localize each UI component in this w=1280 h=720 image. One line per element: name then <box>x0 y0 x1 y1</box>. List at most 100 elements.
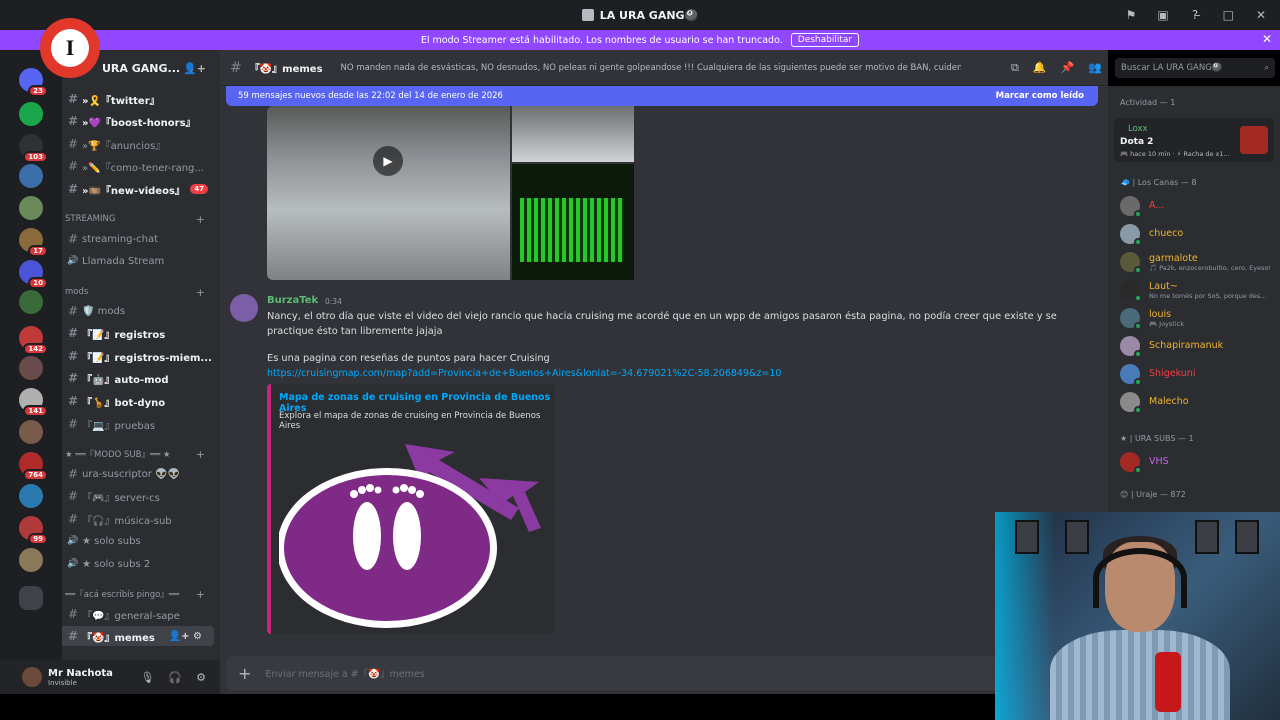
channel-item[interactable]: ▸#『📝』registros <box>62 323 220 343</box>
hash-icon: # <box>67 394 79 408</box>
gear-icon[interactable]: ⚙ <box>196 671 206 684</box>
member-item[interactable]: garmalote 🎵 Pa2k, enzocerobullto, cero, E… <box>1120 250 1280 274</box>
close-window-icon[interactable]: ✕ <box>1256 8 1266 22</box>
maximize-icon[interactable]: □ <box>1223 8 1234 22</box>
server-icon-guild-3[interactable]: 103 <box>19 134 48 163</box>
channel-item[interactable]: # ura-suscriptor 👽👽 <box>62 464 220 484</box>
inbox-icon[interactable]: ▣ <box>1156 8 1170 22</box>
channel-item[interactable]: # 『💬』general-sape <box>62 604 220 624</box>
category-modo-sub[interactable]: ★ ══『MODO SUB』══ ★ + <box>65 446 215 462</box>
channel-item[interactable]: # 『🎧』música-sub <box>62 509 220 529</box>
channel-item[interactable]: 🔊 ★ solo subs 2 <box>62 554 220 574</box>
server-icon-guild-6[interactable]: 17 <box>19 228 48 257</box>
image-attachment[interactable] <box>512 164 634 280</box>
server-icon-guild-9[interactable]: 142 <box>19 326 48 355</box>
category-streaming[interactable]: STREAMING + <box>65 211 215 227</box>
server-icon-guild-5[interactable] <box>19 196 43 220</box>
server-icon-guild-15[interactable]: 99 <box>19 516 48 545</box>
channel-item[interactable]: ▸#『🤡』memes👤+ ⚙ <box>62 626 214 646</box>
server-icon-guild-13[interactable]: 764 <box>19 452 48 481</box>
channel-item[interactable]: # streaming-chat <box>62 229 220 249</box>
server-icon-guild-10[interactable] <box>19 356 43 380</box>
server-icon-guild-1[interactable]: 23 <box>19 68 48 97</box>
message-author[interactable]: BurzaTek <box>267 295 318 306</box>
member-item[interactable]: Laut~ No me tomés por SoS, porque des... <box>1120 278 1280 302</box>
channel-item[interactable]: ▸#»🏆『anuncios』 <box>62 134 220 154</box>
add-channel-icon[interactable]: + <box>196 448 205 461</box>
activity-card[interactable]: Loxx Dota 2 🎮 hace 10 min · ⚡ Racha de x… <box>1114 118 1274 162</box>
member-group-header: 😊 | Uraje — 872 <box>1120 490 1186 499</box>
message-link[interactable]: https://cruisingmap.com/map?add=Provinci… <box>267 368 781 379</box>
threads-icon[interactable]: ⧉ <box>1011 61 1019 75</box>
server-icon-guild-12[interactable] <box>19 420 43 444</box>
member-item[interactable]: louis 🎮 Joystick <box>1120 306 1280 330</box>
mark-as-read-button[interactable]: Marcar como leído <box>996 91 1084 101</box>
play-icon[interactable]: ▶ <box>373 146 403 176</box>
member-item[interactable]: Malecho <box>1120 390 1280 414</box>
member-item[interactable]: Shigekuni <box>1120 362 1280 386</box>
member-item[interactable]: Schapiramanuk <box>1120 334 1280 358</box>
microphone-icon[interactable]: 🎙 <box>140 671 154 684</box>
folder-icon[interactable] <box>19 586 43 610</box>
message-composer[interactable]: + Enviar mensaje a #『🤡』memes <box>226 656 1098 690</box>
link-embed: Mapa de zonas de cruising en Provincia d… <box>267 384 555 634</box>
hash-icon: # <box>67 607 79 621</box>
close-icon[interactable]: ✕ <box>1262 32 1272 46</box>
member-item[interactable]: VHS <box>1120 450 1280 474</box>
channel-label: »🏆『anuncios』 <box>82 140 166 152</box>
add-attachment-icon[interactable]: + <box>238 664 251 683</box>
video-attachment[interactable]: ▶ <box>267 106 510 280</box>
channel-item[interactable]: ▸#『🦒』bot-dyno <box>62 391 220 411</box>
flag-icon[interactable]: ⚑ <box>1124 8 1138 22</box>
members-icon[interactable]: 👥 <box>1088 61 1102 75</box>
channel-item[interactable]: 🔊 Llamada Stream <box>62 251 220 271</box>
server-icon-guild-4[interactable] <box>19 164 43 188</box>
channel-item[interactable]: ▸#»💜『boost-honors』 <box>62 111 220 131</box>
server-icon-guild-11[interactable]: 141 <box>19 388 48 417</box>
server-icon-guild-14[interactable] <box>19 484 43 508</box>
search-input[interactable]: Buscar LA URA GANG🎱 ⌕ <box>1115 58 1275 78</box>
add-channel-icon[interactable]: + <box>196 213 205 226</box>
headphones-icon[interactable]: 🎧 <box>168 671 182 684</box>
server-icon-guild-16[interactable] <box>19 548 43 572</box>
message-input[interactable]: Enviar mensaje a #『🤡』memes <box>265 666 424 680</box>
channel-item[interactable]: # 『🎮』server-cs <box>62 486 220 506</box>
disable-streamer-button[interactable]: Deshabilitar <box>790 33 860 47</box>
channel-item[interactable]: ▸#『💻』pruebas <box>62 414 220 434</box>
category-label: ★ ══『MODO SUB』══ ★ <box>65 450 171 460</box>
activity-header: Actividad — 1 <box>1120 98 1176 107</box>
server-icon-guild-8[interactable] <box>19 290 43 314</box>
minimize-icon[interactable]: – <box>1195 8 1201 22</box>
channel-item[interactable]: 🔊 ★ solo subs <box>62 531 220 551</box>
embed-image[interactable] <box>279 438 549 628</box>
member-item[interactable]: A... <box>1120 194 1280 218</box>
add-user-icon[interactable]: 👤+ <box>183 62 206 75</box>
avatar[interactable] <box>22 667 42 687</box>
category-mods[interactable]: mods + <box>65 284 215 300</box>
channel-item[interactable]: ▸#»✏️『como-tener-rang... <box>62 156 220 176</box>
new-messages-bar[interactable]: 59 mensajes nuevos desde las 22:02 del 1… <box>226 86 1098 106</box>
channel-item[interactable]: # 🛡️ mods <box>62 301 220 321</box>
member-item[interactable]: chueco <box>1120 222 1280 246</box>
streamer-banner-text: El modo Streamer está habilitado. Los no… <box>420 34 783 46</box>
image-attachment[interactable] <box>512 106 634 162</box>
new-messages-text: 59 mensajes nuevos desde las 22:02 del 1… <box>238 91 503 101</box>
avatar <box>1120 252 1142 274</box>
hash-icon: # <box>67 137 79 151</box>
category-aca-escribis[interactable]: ══『acá escribís pingo』══ + <box>65 586 215 602</box>
channel-label: 『📝』registros <box>82 329 166 341</box>
add-channel-icon[interactable]: + <box>196 286 205 299</box>
channel-topic[interactable]: NO manden nada de esvásticas, NO desnudo… <box>341 63 961 73</box>
channel-item[interactable]: ▸#『📝』registros-miem... <box>62 346 220 366</box>
channel-item[interactable]: ▸#»🎗️『twitter』 <box>62 89 220 109</box>
category-label: ══『acá escribís pingo』══ <box>65 590 180 600</box>
server-icon-guild-7[interactable]: 10 <box>19 260 48 289</box>
add-channel-icon[interactable]: + <box>196 588 205 601</box>
server-icon-guild-2[interactable] <box>19 102 43 126</box>
avatar[interactable] <box>230 294 258 322</box>
channel-item[interactable]: ▸#『🤖』auto-mod <box>62 368 220 388</box>
channel-item[interactable]: ▸#»🎞️『new-videos』47 <box>62 179 220 199</box>
pin-icon[interactable]: 📌 <box>1061 61 1075 75</box>
bell-icon[interactable]: 🔔 <box>1033 61 1047 75</box>
channel-settings-icons[interactable]: 👤+ ⚙ <box>169 631 202 642</box>
